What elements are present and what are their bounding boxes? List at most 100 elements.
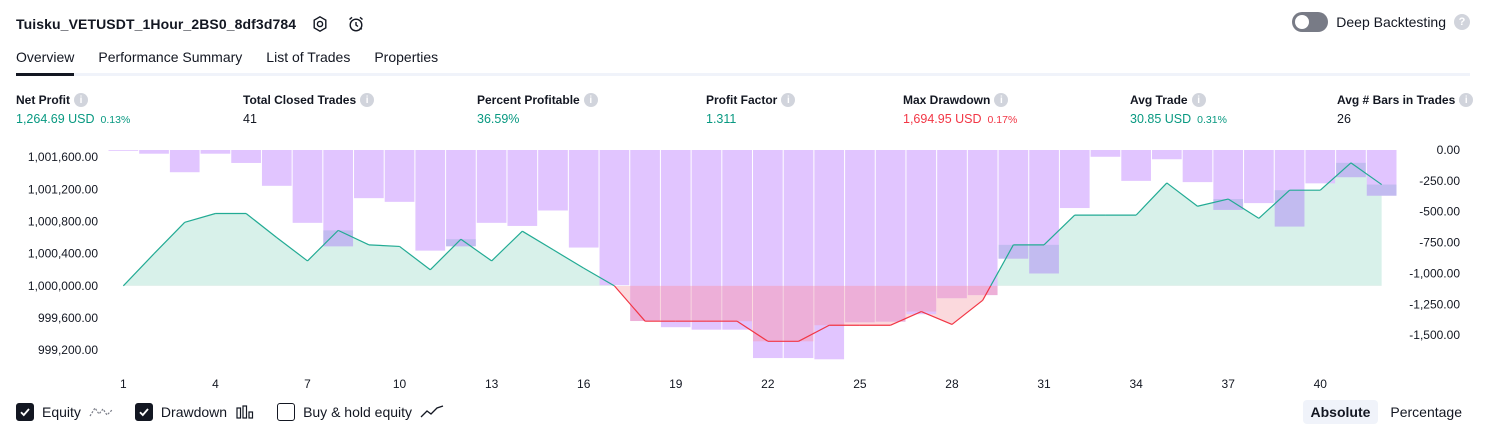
legend-buy-hold-equity[interactable]: Buy & hold equity [277,403,444,421]
tab-performance-summary[interactable]: Performance Summary [98,46,242,73]
tab-overview[interactable]: Overview [16,46,75,76]
drawdown-overlap-negative [875,285,906,322]
drawdown-bar [231,150,261,163]
percentage-button[interactable]: Percentage [1382,400,1470,424]
drawdown-bar [261,150,292,186]
drawdown-bar [814,150,845,360]
right-axis-tick: -1,250.00 [1409,297,1460,311]
metric-label: Percent Profitable [477,93,580,107]
left-axis-tick: 999,200.00 [38,343,98,357]
metric-label: Max Drawdown [903,93,991,107]
drawdown-bar [169,150,200,173]
metric-value: 1,694.95 USD [903,112,982,126]
drawdown-overlap [1274,190,1305,227]
gear-icon[interactable] [308,12,332,36]
metric-label: Avg Trade [1130,93,1188,107]
metric-label: Profit Factor [706,93,778,107]
x-axis-tick: 37 [1222,377,1236,391]
drawdown-overlap-negative [845,285,875,323]
left-axis-tick: 999,600.00 [38,311,98,325]
metric-label: Avg # Bars in Trades [1337,93,1456,107]
deep-backtesting-label: Deep Backtesting [1336,14,1446,30]
drawdown-bar [967,150,998,296]
drawdown-bar [354,150,384,199]
tab-list-of-trades[interactable]: List of Trades [266,46,350,73]
info-icon[interactable]: i [1459,93,1474,107]
x-axis-tick: 31 [1037,377,1051,391]
drawdown-bar [200,150,231,154]
equity-line-icon [89,404,113,420]
drawdown-overlap [446,239,476,247]
equity-drawdown-chart: 1,001,600.00 1,001,200.00 1,000,800.00 1,00… [28,143,1460,391]
legend-drawdown[interactable]: Drawdown [134,403,255,421]
x-axis-tick: 13 [485,377,499,391]
drawdown-bar [538,150,568,211]
absolute-button[interactable]: Absolute [1302,400,1379,424]
drawdown-bar [1305,150,1336,184]
metric-percent: 0.17% [987,114,1018,126]
drawdown-overlap-negative [722,285,752,322]
metric-percent: 0.31% [1197,114,1227,126]
metric-label: Total Closed Trades [243,93,357,107]
info-icon[interactable]: i [781,93,796,107]
x-axis-tick: 25 [853,377,867,391]
info-icon[interactable]: i [994,93,1009,107]
info-icon[interactable]: i [583,93,598,107]
right-axis-tick: -500.00 [1419,205,1460,219]
value-mode-switch: Absolute Percentage [1302,400,1471,424]
drawdown-overlap-negative [906,285,937,312]
check-icon [139,408,149,417]
x-axis-tick: 7 [304,377,311,391]
x-axis-tick: 22 [761,377,775,391]
buy-hold-checkbox[interactable] [277,403,296,421]
x-axis-tick: 16 [577,377,591,391]
info-icon[interactable]: i [1191,93,1206,107]
metric-profit-factor: Profit Factor i 1.311 [706,93,796,126]
metric-max-drawdown: Max Drawdown i 1,694.95 USD 0.17% [903,93,1017,126]
drawdown-overlap [323,230,354,247]
right-axis-tick: -250.00 [1419,174,1460,188]
drawdown-overlap [1213,199,1244,210]
info-icon[interactable]: i [74,93,88,107]
drawdown-bar [507,150,538,226]
drawdown-bar [998,150,1029,259]
drawdown-checkbox[interactable] [134,403,153,421]
x-axis-tick: 19 [669,377,683,391]
drawdown-bar [476,150,507,223]
chart-legend: Equity Drawdown Buy & hold equity [16,403,444,421]
legend-buy-hold-label: Buy & hold equity [303,404,413,420]
metric-label: Net Profit [16,93,70,107]
legend-drawdown-label: Drawdown [160,404,228,420]
drawdown-bar [415,150,446,251]
strategy-header: Tuisku_VETUSDT_1Hour_2BS0_8df3d784 [16,10,368,38]
metric-value: 26 [1337,112,1351,126]
drawdown-bar [384,150,415,202]
legend-equity[interactable]: Equity [16,403,113,421]
drawdown-bar [1244,150,1274,204]
alarm-clock-icon[interactable] [344,12,368,36]
tab-properties[interactable]: Properties [374,46,438,73]
strategy-name: Tuisku_VETUSDT_1Hour_2BS0_8df3d784 [16,16,297,32]
equity-checkbox[interactable] [16,403,34,421]
left-axis-tick: 1,000,800.00 [28,215,98,229]
drawdown-bar [1059,150,1090,209]
drawdown-bar [1182,150,1213,183]
deep-backtesting-toggle[interactable] [1292,12,1329,32]
help-icon[interactable]: ? [1454,14,1470,30]
metric-avg-trade: Avg Trade i 30.85 USD 0.31% [1130,93,1227,126]
drawdown-bar [1121,150,1151,181]
metric-avg-bars-in-trades: Avg # Bars in Trades i 26 [1337,93,1474,126]
metric-value: 30.85 USD [1130,112,1192,126]
metrics-row: Net Profit i 1,264.69 USD 0.13% Total Clos… [16,93,1474,133]
right-axis-tick: -750.00 [1419,236,1460,250]
drawdown-overlap [1366,184,1397,196]
info-icon[interactable]: i [360,93,375,107]
left-axis-tick: 1,000,400.00 [28,247,98,261]
x-axis-tick: 4 [212,377,219,391]
legend-equity-label: Equity [42,404,81,420]
metric-total-closed-trades: Total Closed Trades i 41 [243,93,375,126]
drawdown-overlap-negative [691,285,722,322]
metric-percent-profitable: Percent Profitable i 36.59% [477,93,598,126]
drawdown-overlap [998,244,1029,259]
drawdown-overlap-negative [814,285,845,326]
